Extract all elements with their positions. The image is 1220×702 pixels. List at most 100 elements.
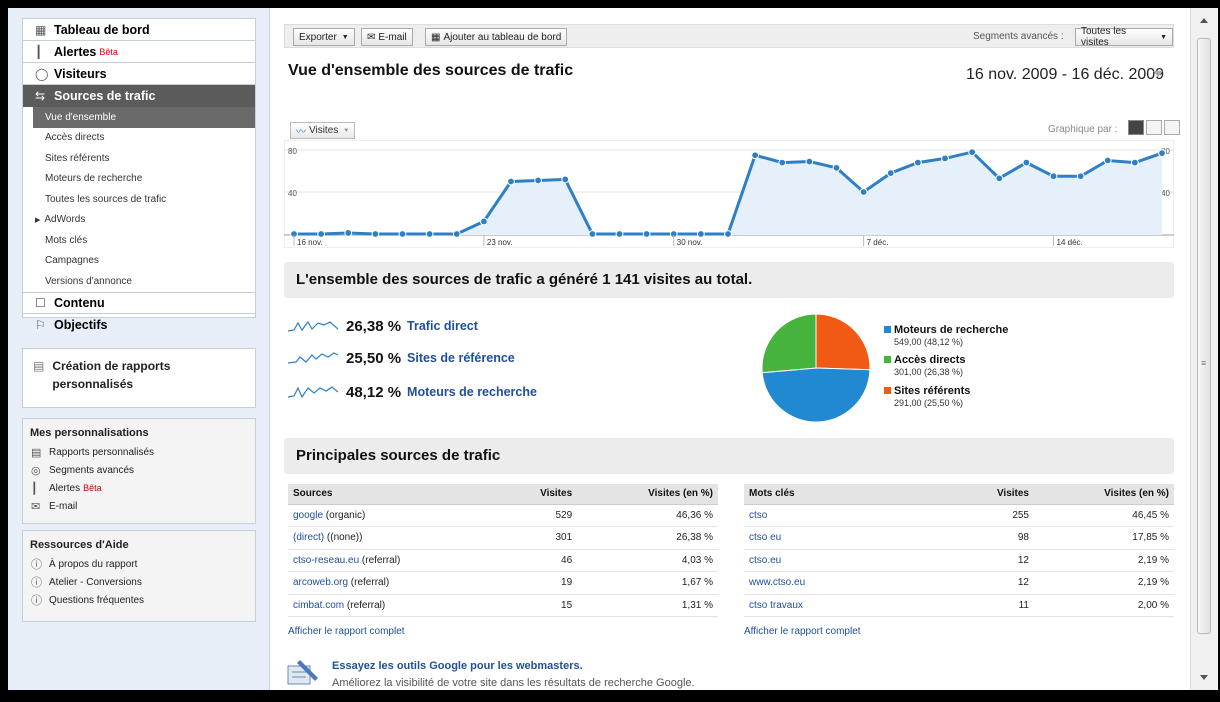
chevron-down-icon: ▼	[343, 127, 350, 134]
col-visits[interactable]: Visites	[498, 484, 578, 505]
source-link[interactable]: google	[293, 510, 323, 521]
link-email[interactable]: ✉ E-mail	[23, 497, 255, 515]
alert-chart-icon: ┃	[31, 482, 38, 495]
nav-label: Objectifs	[54, 317, 108, 332]
nav-dashboard[interactable]: ▦ Tableau de bord	[23, 19, 255, 41]
keywords-full-report-link[interactable]: Afficher le rapport complet	[744, 626, 861, 637]
page-title: Vue d'ensemble des sources de trafic	[288, 62, 574, 79]
source-link[interactable]: Trafic direct	[407, 319, 478, 333]
keyword-link[interactable]: ctso eu	[749, 532, 781, 543]
graph-by-week-button[interactable]	[1146, 120, 1162, 135]
email-button[interactable]: ✉ E-mail	[361, 28, 413, 46]
source-cell: arcoweb.org (referral)	[288, 571, 498, 595]
source-link[interactable]: arcoweb.org	[293, 577, 348, 588]
graph-by-month-button[interactable]	[1164, 120, 1180, 135]
sub-item-search-engines[interactable]: Moteurs de recherche	[23, 169, 255, 190]
main-content: Exporter ▼ ✉ E-mail ▦ Ajouter au tableau…	[270, 8, 1190, 690]
visits-data-point	[805, 157, 814, 166]
date-dropdown-icon[interactable]	[1153, 71, 1163, 77]
add-to-dashboard-button[interactable]: ▦ Ajouter au tableau de bord	[425, 28, 568, 46]
sub-item-adwords[interactable]: ▶ AdWords	[23, 210, 255, 231]
link-workshop-conversions[interactable]: ⓘ Atelier - Conversions	[23, 573, 255, 591]
sub-item-all-sources[interactable]: Toutes les sources de trafic	[23, 189, 255, 210]
source-cell: ctso-reseau.eu (referral)	[288, 549, 498, 572]
keyword-link[interactable]: ctso	[749, 510, 767, 521]
keyword-link[interactable]: ctso travaux	[749, 600, 803, 611]
source-medium: ((none))	[324, 532, 363, 544]
visits-data-point	[1022, 158, 1031, 167]
pie-legend-referral: Sites référents 291,00 (25,50 %)	[884, 385, 970, 408]
col-visits-pct[interactable]: Visites (en %)	[577, 484, 718, 505]
graph-by-day-button[interactable]	[1128, 120, 1144, 135]
link-advanced-segments[interactable]: ◎ Segments avancés	[23, 461, 255, 479]
pie-legend-search: Moteurs de recherche 549,00 (48,12 %)	[884, 324, 1008, 347]
vertical-scrollbar[interactable]: ≡	[1190, 8, 1218, 690]
sub-item-direct[interactable]: Accès directs	[23, 128, 255, 149]
link-alerts[interactable]: ┃ Alertes Bêta	[23, 479, 255, 497]
visits-cell: 11	[934, 594, 1034, 617]
source-cell: cimbat.com (referral)	[288, 594, 498, 617]
visits-data-point	[1103, 156, 1112, 165]
sub-item-campaigns[interactable]: Campagnes	[23, 251, 255, 272]
nav-alerts[interactable]: ┃ Alertes Bêta	[23, 41, 255, 63]
pct-cell: 1,67 %	[577, 571, 718, 595]
nav-goals[interactable]: ⚐ Objectifs	[23, 314, 255, 336]
link-about-report[interactable]: ⓘ À propos du rapport	[23, 555, 255, 573]
source-link[interactable]: ctso-reseau.eu	[293, 555, 359, 566]
scroll-up-icon[interactable]	[1200, 18, 1208, 23]
visits-data-point	[425, 230, 434, 238]
beta-badge: Bêta	[99, 46, 118, 57]
col-visits-pct[interactable]: Visites (en %)	[1034, 484, 1174, 505]
export-button[interactable]: Exporter ▼	[293, 28, 355, 46]
link-custom-reports[interactable]: ▤ Rapports personnalisés	[23, 443, 255, 461]
segments-select[interactable]: Toutes les visites ▼	[1075, 26, 1173, 48]
keyword-link[interactable]: ctso.eu	[749, 555, 781, 566]
col-visits[interactable]: Visites	[934, 484, 1034, 505]
sources-full-report-link[interactable]: Afficher le rapport complet	[288, 626, 405, 637]
scroll-grip-icon: ≡	[1201, 358, 1207, 368]
source-link[interactable]: Moteurs de recherche	[407, 385, 537, 399]
pct-cell: 46,36 %	[577, 504, 718, 527]
col-keywords[interactable]: Mots clés	[744, 484, 934, 505]
webmaster-title[interactable]: Essayez les outils Google pour les webma…	[332, 660, 583, 672]
visits-data-point	[1049, 172, 1058, 181]
sub-item-ad-versions[interactable]: Versions d'annonce	[23, 271, 255, 292]
scroll-down-icon[interactable]	[1200, 675, 1208, 680]
table-row: ctso-reseau.eu (referral) 46 4,03 %	[288, 549, 718, 572]
person-icon: ◯	[35, 66, 49, 81]
sub-item-referrers[interactable]: Sites référents	[23, 148, 255, 169]
nav-visitors[interactable]: ◯ Visiteurs	[23, 63, 255, 85]
nav-label: Tableau de bord	[54, 22, 150, 37]
nav-content[interactable]: ☐ Contenu	[23, 291, 255, 314]
sub-item-keywords[interactable]: Mots clés	[23, 230, 255, 251]
visits-cell: 255	[934, 504, 1034, 527]
link-faq[interactable]: ⓘ Questions fréquentes	[23, 591, 255, 609]
nav-label: Contenu	[54, 295, 105, 310]
keyword-link[interactable]: www.ctso.eu	[749, 577, 805, 588]
x-tick-label: 23 nov.	[487, 238, 513, 247]
source-link[interactable]: cimbat.com	[293, 600, 344, 611]
visits-cell: 529	[498, 504, 578, 527]
source-link[interactable]: (direct)	[293, 532, 324, 543]
pct-cell: 17,85 %	[1034, 526, 1174, 550]
date-range[interactable]: 16 nov. 2009 - 16 déc. 2009	[966, 66, 1164, 84]
visits-data-point	[642, 230, 651, 238]
metric-button[interactable]: 〰 Visites ▼	[290, 122, 356, 139]
mail-icon: ✉	[31, 500, 41, 513]
visits-data-point	[615, 230, 624, 238]
custom-reports-panel[interactable]: ▤ Création de rapports personnalisés	[22, 348, 256, 408]
table-row: cimbat.com (referral) 15 1,31 %	[288, 594, 718, 617]
scrollbar-thumb[interactable]	[1197, 38, 1211, 634]
pct-cell: 26,38 %	[577, 526, 718, 550]
pie-slice	[761, 313, 817, 374]
toolbar: Exporter ▼ ✉ E-mail ▦ Ajouter au tableau…	[284, 24, 1174, 48]
sub-item-overview[interactable]: Vue d'ensemble	[33, 107, 255, 128]
source-link[interactable]: Sites de référence	[407, 351, 515, 365]
sparkline-icon	[288, 386, 338, 399]
pct-cell: 2,00 %	[1034, 594, 1174, 617]
sparkline-icon	[288, 352, 338, 364]
nav-label: Alertes	[54, 44, 97, 59]
nav-traffic-sources[interactable]: ⇆ Sources de trafic	[23, 85, 255, 107]
source-pct: 26,38 %	[346, 317, 402, 335]
col-sources[interactable]: Sources	[288, 484, 498, 505]
